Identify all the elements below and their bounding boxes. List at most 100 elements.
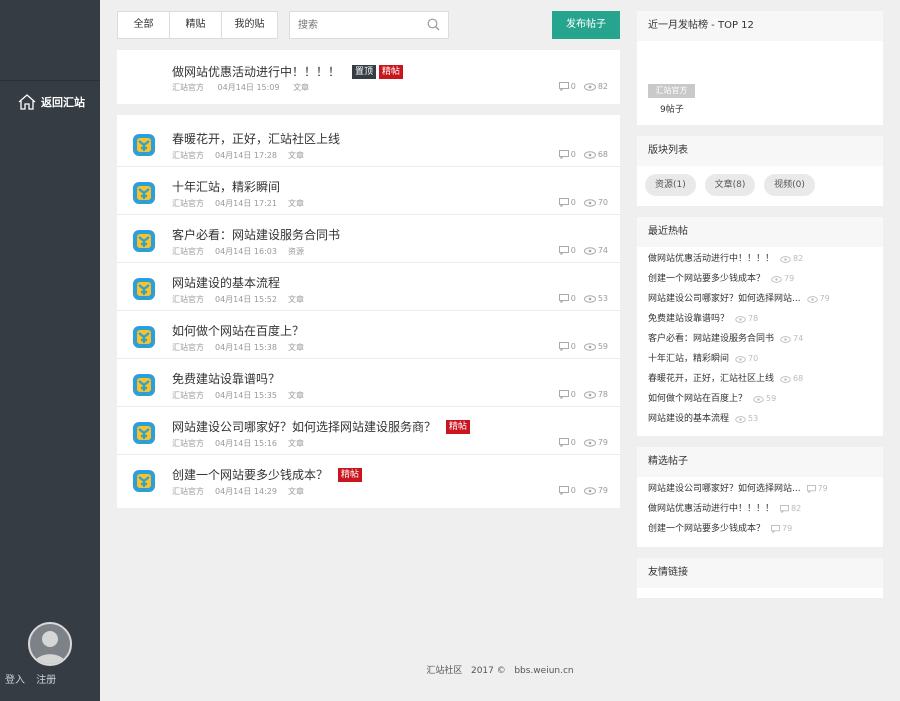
post-stats: 0 59 [558,342,608,351]
post-row[interactable]: 春暖花开，正好，汇站社区上线 汇站官方 04月14日 17:28 文章 0 68 [117,119,620,167]
hot-post-item[interactable]: 客户必看：网站建设服务合同书 74 [637,329,883,349]
featured-badge: 精帖 [446,419,471,434]
board-videos[interactable]: 视频(0) [764,174,815,196]
featured-post-item[interactable]: 创建一个网站要多少钱成本？ 79 [637,519,883,539]
hot-post-views: 70 [748,354,759,363]
comment-count: 0 [570,246,576,255]
footer-domain[interactable]: bbs.weiun.cn [514,666,573,676]
post-row[interactable]: 如何做个网站在百度上？ 汇站官方 04月14日 15:38 文章 0 59 [117,311,620,359]
eye-icon [780,375,791,383]
post-row[interactable]: 免费建站设靠谱吗？ 汇站官方 04月14日 15:35 文章 0 78 [117,359,620,407]
comment-icon [806,485,816,493]
post-category[interactable]: 文章 [288,295,304,304]
top-user-name[interactable]: 汇站官方 [648,84,695,98]
post-title-link[interactable]: 客户必看：网站建设服务合同书 [172,226,340,243]
avatar[interactable] [28,622,72,666]
featured-post-title: 创建一个网站要多少钱成本？ [648,524,766,534]
pinned-row[interactable]: 做网站优惠活动进行中！！！！ 置顶 精帖 汇站官方 04月14日 15:09 文… [117,50,620,104]
post-row[interactable]: 创建一个网站要多少钱成本？ 精帖 汇站官方 04月14日 14:29 文章 0 79 [117,455,620,503]
hot-post-item[interactable]: 网站建设的基本流程 53 [637,409,883,429]
post-date: 04月14日 15:38 [215,343,277,352]
post-category[interactable]: 文章 [288,151,304,160]
featured-post-item[interactable]: 做网站优惠活动进行中！！！！ 82 [637,499,883,519]
post-row[interactable]: 网站建设公司哪家好？如何选择网站建设服务商？ 精帖 汇站官方 04月14日 15:16… [117,407,620,455]
hot-post-item[interactable]: 如何做个网站在百度上？ 59 [637,389,883,409]
search-input[interactable] [290,12,420,38]
post-row[interactable]: 网站建设的基本流程 汇站官方 04月14日 15:52 文章 0 53 [117,263,620,311]
post-title: 网站建设公司哪家好？如何选择网站建设服务商？ [172,420,437,434]
comment-icon [558,150,569,159]
post-meta: 汇站官方 04月14日 17:21 文章 [172,198,315,209]
hot-post-item[interactable]: 网站建设公司哪家好？如何选择网站... 79 [637,289,883,309]
post-author[interactable]: 汇站官方 [172,439,204,448]
board-articles[interactable]: 文章(8) [704,174,756,196]
post-row[interactable]: 十年汇站，精彩瞬间 汇站官方 04月14日 17:21 文章 0 70 [117,167,620,215]
post-title-link[interactable]: 网站建设的基本流程 [172,274,280,291]
post-author[interactable]: 汇站官方 [172,391,204,400]
post-author[interactable]: 汇站官方 [172,83,204,92]
post-category[interactable]: 文章 [288,391,304,400]
post-date: 04月14日 17:21 [215,199,277,208]
new-post-button[interactable]: 发布帖子 [552,11,620,39]
hot-post-title: 网站建设公司哪家好？如何选择网站... [648,294,801,304]
post-stats: 0 79 [558,438,608,447]
tab-all[interactable]: 全部 [118,12,170,38]
featured-post-comments: 79 [817,484,828,493]
post-meta: 汇站官方 04月14日 16:03 资源 [172,246,315,257]
post-category[interactable]: 文章 [288,487,304,496]
hot-post-title: 春暖花开，正好，汇站社区上线 [648,374,775,384]
board-list-box: 版块列表 资源(1) 文章(8) 视频(0) [637,136,883,206]
eye-icon [583,82,596,91]
board-resources[interactable]: 资源(1) [645,174,696,196]
post-title-link[interactable]: 如何做个网站在百度上？ [172,322,304,339]
hot-post-views: 79 [819,294,830,303]
comment-count: 0 [570,294,576,303]
post-title-link[interactable]: 做网站优惠活动进行中！！！！ 置顶 精帖 [172,63,404,80]
post-author[interactable]: 汇站官方 [172,247,204,256]
post-category[interactable]: 文章 [288,343,304,352]
hot-post-views: 53 [748,414,759,423]
search-icon[interactable] [427,18,440,31]
post-title-link[interactable]: 创建一个网站要多少钱成本？ 精帖 [172,466,363,483]
hot-post-title: 十年汇站，精彩瞬间 [648,354,730,364]
comment-icon [558,342,569,351]
footer-site: 汇站社区 [426,666,463,676]
back-home-label: 返回汇站 [41,96,85,109]
post-category[interactable]: 文章 [288,439,304,448]
pinned-badge: 置顶 [352,64,377,79]
post-author[interactable]: 汇站官方 [172,199,204,208]
tab-mine[interactable]: 我的贴 [222,12,277,38]
view-count: 79 [597,438,608,447]
post-category[interactable]: 资源 [288,247,304,256]
comment-count: 0 [570,486,576,495]
hot-post-item[interactable]: 春暖花开，正好，汇站社区上线 68 [637,369,883,389]
view-count: 68 [597,150,608,159]
post-title: 客户必看：网站建设服务合同书 [172,228,341,242]
hot-post-item[interactable]: 免费建站设靠谱吗？ 78 [637,309,883,329]
post-title-link[interactable]: 免费建站设靠谱吗？ [172,370,280,387]
post-title: 免费建站设靠谱吗？ [172,372,281,386]
hot-post-item[interactable]: 创建一个网站要多少钱成本？ 79 [637,269,883,289]
post-author[interactable]: 汇站官方 [172,295,204,304]
featured-post-item[interactable]: 网站建设公司哪家好？如何选择网站... 79 [637,479,883,499]
hot-post-item[interactable]: 做网站优惠活动进行中！！！！ 82 [637,249,883,269]
site-logo-icon [132,421,156,445]
post-meta: 汇站官方 04月14日 14:29 文章 [172,486,315,497]
tab-featured[interactable]: 精贴 [170,12,222,38]
register-link[interactable]: 注册 [36,675,56,686]
hot-post-item[interactable]: 十年汇站，精彩瞬间 70 [637,349,883,369]
post-title-link[interactable]: 十年汇站，精彩瞬间 [172,178,280,195]
post-title-link[interactable]: 春暖花开，正好，汇站社区上线 [172,130,340,147]
post-date: 04月14日 15:35 [215,391,277,400]
post-author[interactable]: 汇站官方 [172,151,204,160]
post-author[interactable]: 汇站官方 [172,343,204,352]
post-row[interactable]: 客户必看：网站建设服务合同书 汇站官方 04月14日 16:03 资源 0 74 [117,215,620,263]
post-title-link[interactable]: 网站建设公司哪家好？如何选择网站建设服务商？ 精帖 [172,418,471,435]
post-category[interactable]: 文章 [293,83,309,92]
home-icon [18,94,36,110]
back-home-link[interactable]: 返回汇站 [18,94,85,110]
login-link[interactable]: 登入 [5,675,25,686]
eye-icon [583,294,596,303]
post-author[interactable]: 汇站官方 [172,487,204,496]
post-category[interactable]: 文章 [288,199,304,208]
